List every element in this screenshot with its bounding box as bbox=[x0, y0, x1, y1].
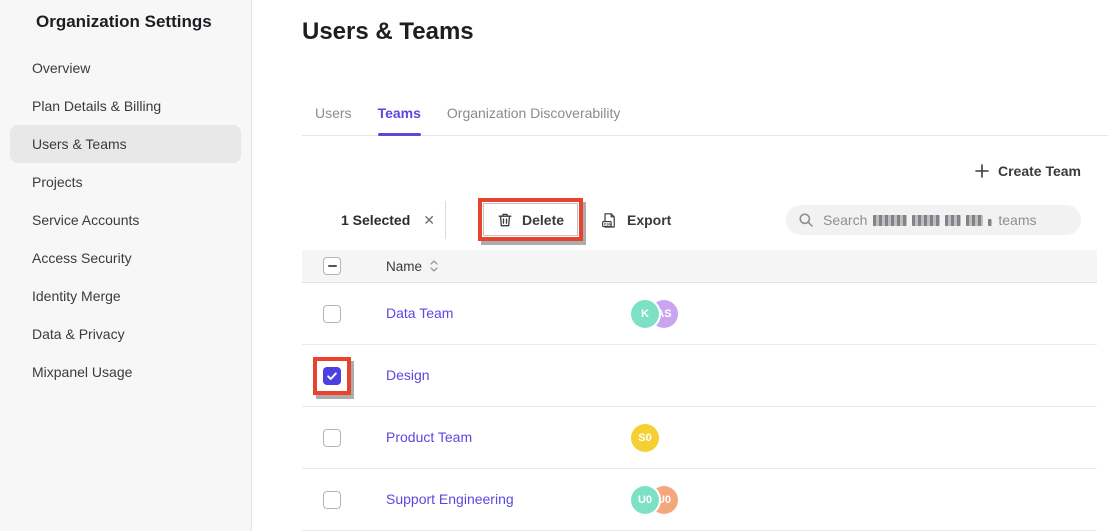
avatar-group: U0 U0 bbox=[631, 486, 1097, 514]
search-icon bbox=[798, 212, 814, 228]
tab-bar: Users Teams Organization Discoverability bbox=[302, 93, 1108, 136]
create-team-label: Create Team bbox=[998, 163, 1081, 179]
sidebar-item-data-privacy[interactable]: Data & Privacy bbox=[0, 315, 251, 353]
avatar-group: S0 bbox=[631, 424, 1097, 452]
redacted-text bbox=[873, 215, 992, 226]
delete-annotation-box: Delete bbox=[478, 198, 583, 241]
team-name-link[interactable]: Product Team bbox=[386, 429, 472, 445]
sort-icon bbox=[430, 260, 438, 272]
sidebar-item-users-teams[interactable]: Users & Teams bbox=[10, 125, 241, 163]
sidebar-title: Organization Settings bbox=[0, 0, 251, 32]
table-header-row: Name bbox=[302, 250, 1097, 283]
sidebar-item-access-security[interactable]: Access Security bbox=[0, 239, 251, 277]
clear-selection-button[interactable]: ✕ bbox=[423, 212, 435, 229]
column-header-name[interactable]: Name bbox=[386, 259, 631, 274]
row-checkbox[interactable] bbox=[323, 367, 341, 385]
svg-text:csv: csv bbox=[604, 221, 612, 226]
table-row-data-team: Data Team K AS bbox=[302, 283, 1097, 345]
select-all-checkbox[interactable] bbox=[323, 257, 341, 275]
csv-file-icon: csv bbox=[601, 212, 618, 229]
delete-button[interactable]: Delete bbox=[483, 203, 578, 236]
page-title: Users & Teams bbox=[302, 18, 474, 46]
plus-icon bbox=[975, 164, 989, 178]
avatar: K bbox=[631, 300, 659, 328]
row-checkbox[interactable] bbox=[323, 491, 341, 509]
tab-teams[interactable]: Teams bbox=[365, 93, 434, 135]
organization-settings-sidebar: Organization Settings Overview Plan Deta… bbox=[0, 0, 252, 531]
team-name-link[interactable]: Data Team bbox=[386, 305, 453, 321]
main-content: Users & Teams Users Teams Organization D… bbox=[252, 0, 1108, 531]
search-placeholder: Search teams bbox=[823, 212, 1036, 228]
toolbar: 1 Selected ✕ Delete csv bbox=[252, 190, 1108, 250]
avatar: U0 bbox=[631, 486, 659, 514]
sidebar-item-identity-merge[interactable]: Identity Merge bbox=[0, 277, 251, 315]
selected-count: 1 Selected bbox=[341, 212, 410, 228]
sidebar-nav: Overview Plan Details & Billing Users & … bbox=[0, 49, 251, 391]
team-name-link[interactable]: Support Engineering bbox=[386, 491, 514, 507]
table-row-support-engineering: Support Engineering U0 U0 bbox=[302, 469, 1097, 531]
sidebar-item-service-accounts[interactable]: Service Accounts bbox=[0, 201, 251, 239]
row-checkbox[interactable] bbox=[323, 429, 341, 447]
tab-users[interactable]: Users bbox=[302, 93, 365, 135]
sidebar-item-mixpanel-usage[interactable]: Mixpanel Usage bbox=[0, 353, 251, 391]
export-label: Export bbox=[627, 212, 671, 228]
avatar-group: K AS bbox=[631, 300, 1097, 328]
toolbar-divider bbox=[445, 201, 446, 239]
table-row-product-team: Product Team S0 bbox=[302, 407, 1097, 469]
table-row-design: Design bbox=[302, 345, 1097, 407]
export-button[interactable]: csv Export bbox=[601, 190, 671, 250]
sidebar-item-overview[interactable]: Overview bbox=[0, 49, 251, 87]
selection-status: 1 Selected ✕ bbox=[341, 190, 435, 250]
sidebar-item-projects[interactable]: Projects bbox=[0, 163, 251, 201]
sidebar-item-plan-details-billing[interactable]: Plan Details & Billing bbox=[0, 87, 251, 125]
teams-table: Name Data Team K AS bbox=[302, 250, 1097, 531]
delete-label: Delete bbox=[522, 212, 564, 228]
team-name-link[interactable]: Design bbox=[386, 367, 430, 383]
row-checkbox[interactable] bbox=[323, 305, 341, 323]
search-input[interactable]: Search teams bbox=[786, 205, 1081, 235]
avatar: S0 bbox=[631, 424, 659, 452]
tab-organization-discoverability[interactable]: Organization Discoverability bbox=[434, 93, 634, 135]
trash-icon bbox=[497, 212, 513, 228]
checkbox-annotation-box bbox=[313, 357, 351, 395]
create-team-button[interactable]: Create Team bbox=[975, 163, 1081, 179]
